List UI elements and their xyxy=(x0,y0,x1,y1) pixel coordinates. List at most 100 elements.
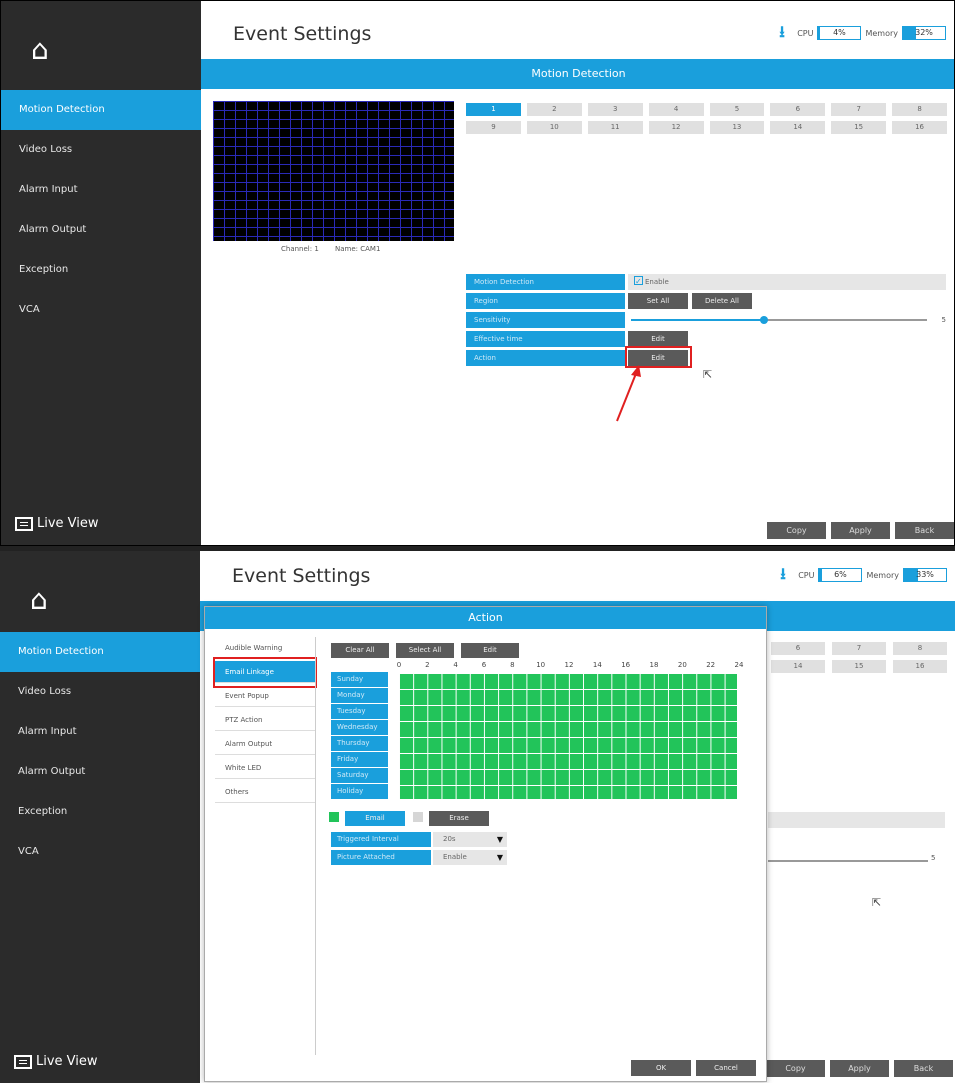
email-brush-button[interactable]: Email xyxy=(345,811,405,826)
home-icon[interactable]: ⌂ xyxy=(30,585,70,615)
channel-button[interactable]: 6 xyxy=(771,642,825,655)
hour-tick-label: 18 xyxy=(649,661,659,669)
hour-tick-label: 20 xyxy=(677,661,687,669)
motion-region-grid[interactable] xyxy=(213,101,454,241)
select-all-button[interactable]: Select All xyxy=(396,643,454,658)
schedule-grid[interactable] xyxy=(398,672,738,800)
dialog-nav-alarm-output[interactable]: Alarm Output xyxy=(215,733,315,755)
enable-field[interactable] xyxy=(768,812,945,828)
home-icon[interactable]: ⌂ xyxy=(31,35,71,65)
hour-tick-label: 22 xyxy=(706,661,716,669)
download-icon[interactable]: ⭳ xyxy=(780,566,794,583)
live-view-button[interactable]: Live View xyxy=(15,516,99,531)
sidebar-item-vca[interactable]: VCA xyxy=(1,290,201,330)
copy-button[interactable]: Copy xyxy=(766,1060,825,1077)
channel-button[interactable]: 7 xyxy=(832,642,886,655)
dialog-nav-ptz-action[interactable]: PTZ Action xyxy=(215,709,315,731)
sensitivity-slider[interactable] xyxy=(768,860,928,862)
channel-button-12[interactable]: 12 xyxy=(648,121,704,134)
dialog-nav-white-led[interactable]: White LED xyxy=(215,757,315,779)
sidebar-item-motion-detection[interactable]: Motion Detection xyxy=(0,632,200,672)
grey-swatch xyxy=(413,812,423,822)
effective-time-edit-button[interactable]: Edit xyxy=(628,331,688,347)
set-all-button[interactable]: Set All xyxy=(628,293,688,309)
apply-button[interactable]: Apply xyxy=(830,1060,889,1077)
channel-button[interactable]: 14 xyxy=(771,660,825,673)
sidebar-item-alarm-output[interactable]: Alarm Output xyxy=(1,210,201,250)
channel-button[interactable]: 15 xyxy=(832,660,886,673)
sidebar-item-motion-detection[interactable]: Motion Detection xyxy=(1,90,201,130)
channel-button-16[interactable]: 16 xyxy=(892,121,947,134)
dialog-nav-others[interactable]: Others xyxy=(215,781,315,803)
dialog-nav-audible-warning[interactable]: Audible Warning xyxy=(215,637,315,659)
sidebar-item-alarm-input[interactable]: Alarm Input xyxy=(0,712,200,752)
hour-tick-label: 0 xyxy=(396,661,402,669)
region-label: Region xyxy=(466,293,625,309)
channel-button-15[interactable]: 15 xyxy=(831,121,887,134)
hour-tick-label: 6 xyxy=(481,661,487,669)
channel-button[interactable]: 8 xyxy=(893,642,947,655)
sidebar-item-alarm-input[interactable]: Alarm Input xyxy=(1,170,201,210)
channel-number: Channel: 1 xyxy=(281,245,319,253)
day-label-holiday: Holiday xyxy=(331,784,388,799)
cancel-button[interactable]: Cancel xyxy=(696,1060,756,1076)
effective-time-label: Effective time xyxy=(466,331,625,347)
back-button[interactable]: Back xyxy=(895,522,954,539)
divider xyxy=(315,637,316,1055)
memory-meter: 33% xyxy=(903,568,947,582)
cpu-meter: 4% xyxy=(817,26,862,40)
memory-label: Memory xyxy=(866,570,899,580)
channel-button-5[interactable]: 5 xyxy=(709,103,765,116)
channel-button-4[interactable]: 4 xyxy=(648,103,704,116)
day-label-sunday: Sunday xyxy=(331,672,388,687)
memory-label: Memory xyxy=(865,28,898,38)
channel-button-7[interactable]: 7 xyxy=(831,103,887,116)
effective-time-row: Effective time Edit xyxy=(466,331,946,347)
channel-button-11[interactable]: 11 xyxy=(587,121,643,134)
enable-checkbox[interactable]: Enable xyxy=(628,274,946,290)
channel-button-2[interactable]: 2 xyxy=(526,103,582,116)
sidebar-item-vca[interactable]: VCA xyxy=(0,832,200,872)
channel-button-13[interactable]: 13 xyxy=(709,121,765,134)
sidebar-item-video-loss[interactable]: Video Loss xyxy=(1,130,201,170)
dropdown-arrow-icon: ▼ xyxy=(496,835,503,844)
red-arrow-icon xyxy=(616,365,641,422)
channel-button-3[interactable]: 3 xyxy=(587,103,643,116)
sidebar-item-exception[interactable]: Exception xyxy=(0,792,200,832)
clear-all-button[interactable]: Clear All xyxy=(331,643,389,658)
back-button[interactable]: Back xyxy=(894,1060,953,1077)
sensitivity-slider[interactable] xyxy=(631,316,927,324)
channel-button-8[interactable]: 8 xyxy=(892,103,947,116)
system-status: ⭳ CPU 4% Memory 32% xyxy=(779,24,946,41)
download-icon[interactable]: ⭳ xyxy=(779,24,793,41)
picture-attached-select[interactable]: Enable ▼ xyxy=(433,850,507,865)
mouse-cursor-icon: ⇱ xyxy=(703,368,713,381)
day-label-monday: Monday xyxy=(331,688,388,703)
channel-button-14[interactable]: 14 xyxy=(770,121,826,134)
slider-handle[interactable] xyxy=(760,316,769,324)
delete-all-button[interactable]: Delete All xyxy=(692,293,752,309)
green-swatch xyxy=(329,812,339,822)
sidebar-item-alarm-output[interactable]: Alarm Output xyxy=(0,752,200,792)
channel-button[interactable]: 16 xyxy=(893,660,947,673)
hour-tick-label: 2 xyxy=(425,661,430,669)
channel-button-10[interactable]: 10 xyxy=(526,121,582,134)
channel-button-9[interactable]: 9 xyxy=(466,121,521,134)
sidebar-item-exception[interactable]: Exception xyxy=(1,250,201,290)
dialog-nav-event-popup[interactable]: Event Popup xyxy=(215,685,315,707)
sensitivity-value: 5 xyxy=(941,316,946,324)
channel-button-6[interactable]: 6 xyxy=(770,103,826,116)
sidebar-item-video-loss[interactable]: Video Loss xyxy=(0,672,200,712)
day-label-thursday: Thursday xyxy=(331,736,388,751)
live-view-button[interactable]: Live View xyxy=(14,1054,98,1069)
schedule-edit-button[interactable]: Edit xyxy=(461,643,519,658)
hour-tick-label: 4 xyxy=(453,661,458,669)
channel-button-1[interactable]: 1 xyxy=(466,103,521,116)
copy-button[interactable]: Copy xyxy=(767,522,826,539)
triggered-interval-select[interactable]: 20s ▼ xyxy=(433,832,507,847)
apply-button[interactable]: Apply xyxy=(831,522,890,539)
ok-button[interactable]: OK xyxy=(631,1060,691,1076)
triggered-interval-label: Triggered Interval xyxy=(331,832,431,847)
hour-tick-label: 12 xyxy=(564,661,574,669)
erase-button[interactable]: Erase xyxy=(429,811,489,826)
